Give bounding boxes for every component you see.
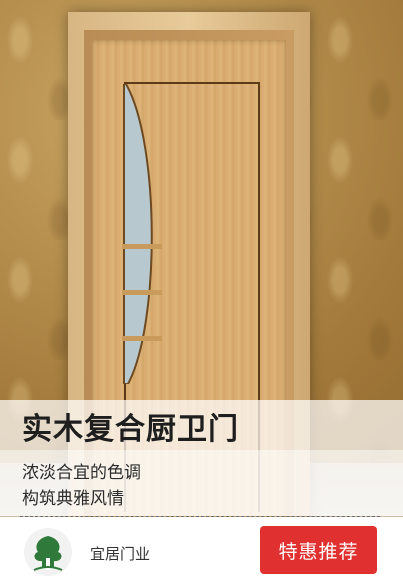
product-description-line-2: 构筑典雅风情 <box>22 489 124 509</box>
tree-logo-icon <box>24 528 72 576</box>
product-ad-card[interactable]: 实木复合厨卫门 浓淡合宜的色调 构筑典雅风情 宜居门业 特惠推荐 <box>0 0 403 583</box>
door-glass-insert <box>122 84 162 384</box>
special-offer-button[interactable]: 特惠推荐 <box>260 526 377 574</box>
product-description-line-1: 浓淡合宜的色调 <box>22 463 141 483</box>
product-title: 实木复合厨卫门 <box>22 412 239 447</box>
brand-name: 宜居门业 <box>90 545 151 563</box>
